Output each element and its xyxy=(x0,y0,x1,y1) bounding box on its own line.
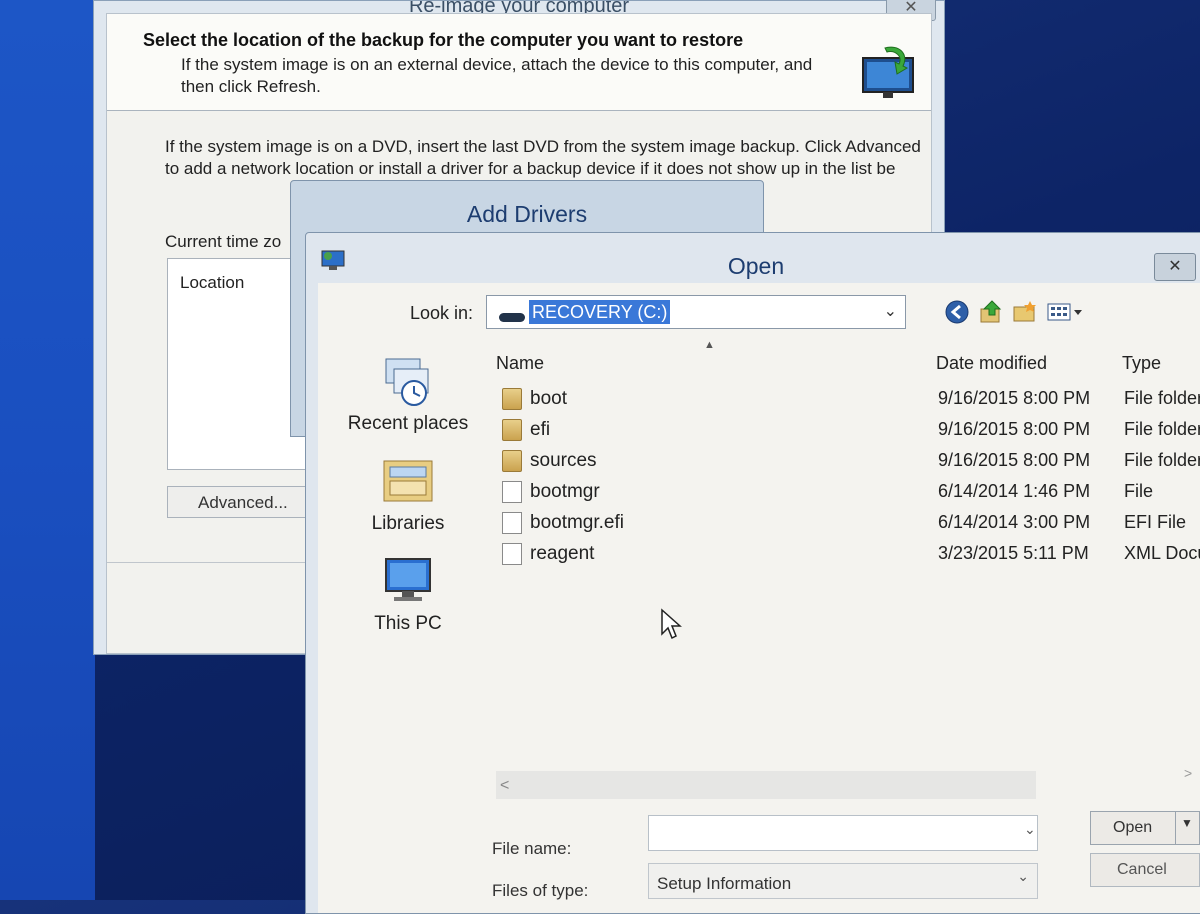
file-row[interactable]: reagent 3/23/2015 5:11 PM XML Docu xyxy=(498,540,1200,570)
file-name: sources xyxy=(530,450,597,471)
xml-document-icon xyxy=(502,543,522,565)
file-date: 6/14/2014 1:46 PM xyxy=(938,481,1091,501)
chevron-down-icon[interactable]: ⌄ xyxy=(1024,821,1036,838)
file-row[interactable]: bootmgr 6/14/2014 1:46 PM File xyxy=(498,478,1200,508)
file-name: efi xyxy=(530,419,551,440)
reimage-header: Select the location of the backup for th… xyxy=(107,14,931,111)
up-folder-icon[interactable] xyxy=(978,299,1004,325)
files-of-type-label: Files of type: xyxy=(492,881,589,900)
file-row[interactable]: efi 9/16/2015 8:00 PM File folder xyxy=(498,416,1200,446)
folder-icon xyxy=(502,450,522,472)
desktop-background xyxy=(0,0,95,900)
file-name: bootmgr.efi xyxy=(530,512,624,533)
file-date: 9/16/2015 8:00 PM xyxy=(938,419,1091,439)
file-name: boot xyxy=(530,388,567,409)
file-name: bootmgr xyxy=(530,481,600,502)
file-date: 9/16/2015 8:00 PM xyxy=(938,388,1091,408)
reimage-divider xyxy=(107,562,307,563)
open-button-label: Open xyxy=(1113,819,1153,836)
drive-icon xyxy=(499,313,525,322)
file-date: 6/14/2014 3:00 PM xyxy=(938,512,1091,532)
libraries-icon xyxy=(383,460,433,502)
recent-places-icon xyxy=(385,358,429,406)
chevron-down-icon[interactable]: ⌄ xyxy=(884,301,897,321)
open-title: Open xyxy=(727,253,785,279)
look-in-dropdown[interactable]: RECOVERY (C:) ⌄ xyxy=(486,295,906,329)
file-row[interactable]: sources 9/16/2015 8:00 PM File folder xyxy=(498,447,1200,477)
file-type: EFI File xyxy=(1124,512,1187,532)
dropdown-arrow-icon[interactable]: ▼ xyxy=(1181,816,1193,830)
horizontal-scrollbar[interactable]: < xyxy=(496,771,1036,799)
look-in-value: RECOVERY (C:) xyxy=(529,300,671,324)
cancel-button-label: Cancel xyxy=(1117,861,1167,878)
reimage-subheading: If the system image is on an external de… xyxy=(181,55,813,96)
navigation-toolbar xyxy=(944,299,1094,329)
file-date: 9/16/2015 8:00 PM xyxy=(938,450,1091,470)
place-recent[interactable]: Recent places xyxy=(338,355,478,435)
file-name: reagent xyxy=(530,543,595,564)
cancel-button[interactable]: Cancel xyxy=(1090,853,1200,887)
file-type: File xyxy=(1124,481,1154,501)
file-row[interactable]: boot 9/16/2015 8:00 PM File folder xyxy=(498,385,1200,415)
file-icon xyxy=(502,481,522,503)
open-dialog: Open ✕ Look in: RECOVERY (C:) ⌄ Recent p… xyxy=(305,232,1200,914)
open-button[interactable]: Open ▼ xyxy=(1090,811,1200,845)
split-divider xyxy=(1175,812,1176,844)
chevron-down-icon[interactable]: ⌄ xyxy=(1017,868,1029,885)
place-label: Libraries xyxy=(371,513,445,534)
files-of-type-dropdown[interactable]: Setup Information ⌄ xyxy=(648,863,1038,899)
place-libraries[interactable]: Libraries xyxy=(338,455,478,535)
file-type: XML Docu xyxy=(1124,543,1200,563)
open-close-button[interactable]: ✕ xyxy=(1154,253,1196,281)
file-name-input[interactable] xyxy=(648,815,1038,851)
file-type: File folder xyxy=(1124,450,1200,470)
this-pc-icon xyxy=(385,558,431,601)
folder-icon xyxy=(502,388,522,410)
column-name[interactable]: Name xyxy=(496,353,544,374)
timezone-label: Current time zo xyxy=(165,232,282,251)
column-date-modified[interactable]: Date modified xyxy=(936,353,1047,374)
mouse-cursor-icon xyxy=(661,608,682,640)
file-icon xyxy=(502,512,522,534)
view-menu-icon[interactable] xyxy=(1046,299,1086,325)
file-type: File folder xyxy=(1124,419,1200,439)
add-drivers-title: Add Drivers xyxy=(466,201,588,227)
reimage-heading: Select the location of the backup for th… xyxy=(143,30,744,50)
open-content: Look in: RECOVERY (C:) ⌄ Recent places L… xyxy=(318,283,1200,913)
new-folder-icon[interactable] xyxy=(1012,299,1038,325)
place-label: This PC xyxy=(374,613,442,634)
backup-location-list[interactable]: Location xyxy=(167,258,309,470)
file-name-label: File name: xyxy=(492,839,572,858)
scroll-left-icon[interactable]: < xyxy=(500,777,509,795)
file-date: 3/23/2015 5:11 PM xyxy=(938,543,1089,563)
monitor-restore-icon xyxy=(862,46,914,98)
place-label: Recent places xyxy=(347,413,469,434)
file-row[interactable]: bootmgr.efi 6/14/2014 3:00 PM EFI File xyxy=(498,509,1200,539)
sort-ascending-icon: ▲ xyxy=(704,339,715,351)
back-icon[interactable] xyxy=(944,299,970,325)
advanced-button[interactable]: Advanced... xyxy=(167,486,307,518)
files-of-type-value: Setup Information xyxy=(657,874,792,893)
reimage-body-text: If the system image is on a DVD, insert … xyxy=(165,137,921,178)
place-this-pc[interactable]: This PC xyxy=(338,555,478,635)
file-type: File folder xyxy=(1124,388,1200,408)
column-type[interactable]: Type xyxy=(1122,353,1161,374)
scroll-right-icon[interactable]: > xyxy=(1184,765,1192,781)
folder-icon xyxy=(502,419,522,441)
look-in-label: Look in: xyxy=(410,303,474,323)
location-column-header[interactable]: Location xyxy=(180,273,244,293)
open-titlebar: Open ✕ xyxy=(306,233,1200,281)
